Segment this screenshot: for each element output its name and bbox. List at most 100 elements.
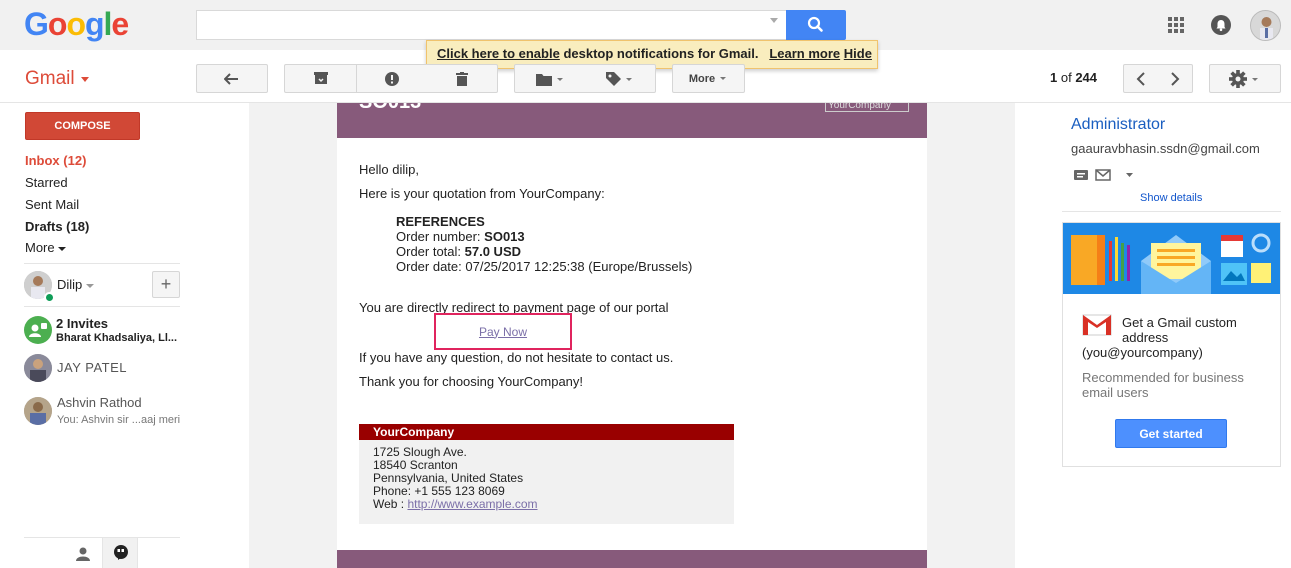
email-header-banner: SO013 YourCompany bbox=[337, 103, 927, 138]
chevron-down-icon[interactable] bbox=[81, 77, 89, 82]
promo-title-line: address bbox=[1122, 330, 1169, 345]
hangouts-user-name: Dilip bbox=[57, 277, 83, 292]
delete-button[interactable] bbox=[427, 64, 498, 93]
chevron-right-icon bbox=[1170, 71, 1179, 86]
hangouts-tab[interactable] bbox=[102, 538, 138, 568]
order-total-value: 57.0 USD bbox=[464, 244, 522, 259]
compose-button[interactable]: COMPOSE bbox=[25, 112, 140, 140]
newer-button[interactable] bbox=[1123, 64, 1158, 93]
more-actions-label: More bbox=[688, 72, 716, 85]
contact-name[interactable]: Ashvin Rathod bbox=[57, 395, 142, 410]
references-title: REFERENCES bbox=[396, 214, 485, 229]
contact-name[interactable]: JAY PATEL bbox=[57, 360, 127, 375]
logo-letter: o bbox=[66, 6, 86, 42]
company-logo-image: YourCompany bbox=[825, 103, 909, 112]
gmail-app-switcher[interactable]: Gmail bbox=[25, 68, 75, 90]
chevron-left-icon bbox=[1136, 71, 1145, 86]
logo-letter: g bbox=[84, 6, 105, 42]
archive-icon bbox=[314, 72, 328, 84]
promo-subtitle: Recommended for business email users bbox=[1082, 370, 1244, 400]
move-to-button[interactable] bbox=[514, 64, 585, 93]
older-button[interactable] bbox=[1157, 64, 1193, 93]
logo-letter: G bbox=[24, 6, 49, 42]
labels-button[interactable] bbox=[584, 64, 656, 93]
promo-title: Get a Gmail custom address (you@yourcomp… bbox=[1082, 315, 1272, 360]
search-options-chevron-icon[interactable] bbox=[770, 18, 778, 23]
sender-actions bbox=[1074, 168, 1144, 182]
contacts-person-icon[interactable] bbox=[76, 547, 90, 564]
sidebar-item-inbox[interactable]: Inbox (12) bbox=[25, 153, 86, 168]
chevron-down-icon[interactable] bbox=[1126, 173, 1133, 177]
order-total-label: Order total: bbox=[396, 244, 465, 259]
chevron-down-icon bbox=[720, 76, 727, 80]
promo-illustration bbox=[1063, 223, 1280, 294]
gear-icon bbox=[1229, 69, 1258, 88]
pager-current: 1 bbox=[1050, 70, 1058, 85]
enable-notifications-link[interactable]: Click here to enable bbox=[437, 46, 560, 61]
company-web-link[interactable]: http://www.example.com bbox=[407, 497, 537, 511]
notifications-bell-icon[interactable] bbox=[1211, 15, 1231, 35]
archive-button[interactable] bbox=[284, 64, 357, 93]
online-status-icon bbox=[44, 292, 55, 303]
pay-now-highlight: Pay Now bbox=[434, 313, 572, 350]
chat-icon[interactable] bbox=[1074, 170, 1088, 180]
sidebar-item-starred[interactable]: Starred bbox=[25, 175, 68, 190]
question-text: If you have any question, do not hesitat… bbox=[359, 350, 674, 365]
email-greeting: Hello dilip, bbox=[359, 162, 419, 177]
hangouts-user-menu[interactable]: Dilip bbox=[57, 277, 94, 292]
invites-subtitle: Bharat Khadsaliya, Ll... bbox=[56, 332, 178, 344]
label-tag-icon bbox=[605, 71, 632, 86]
apps-grid-icon[interactable] bbox=[1168, 17, 1184, 33]
logo-letter: e bbox=[111, 6, 129, 42]
sidebar-divider bbox=[24, 306, 180, 307]
pager-of: of bbox=[1060, 70, 1072, 85]
contact-last-message: You: Ashvin sir ...aaj meri bbox=[57, 414, 181, 426]
get-started-button[interactable]: Get started bbox=[1115, 419, 1227, 448]
contact-avatar[interactable] bbox=[24, 397, 52, 425]
search-button[interactable] bbox=[786, 10, 846, 40]
invites-title[interactable]: 2 Invites bbox=[56, 316, 108, 331]
sidebar-divider bbox=[24, 263, 180, 264]
invites-icon[interactable] bbox=[24, 316, 52, 344]
google-logo[interactable]: Google bbox=[24, 6, 129, 43]
add-contact-button[interactable]: + bbox=[152, 271, 180, 298]
search-icon bbox=[807, 16, 823, 32]
plus-icon: + bbox=[160, 274, 172, 294]
show-details-link[interactable]: Show details bbox=[1140, 192, 1202, 204]
trash-icon bbox=[456, 71, 468, 86]
hangouts-quote-icon bbox=[114, 545, 128, 560]
spam-alert-icon bbox=[385, 71, 399, 86]
promo-title-line: Get a Gmail custom bbox=[1122, 315, 1237, 330]
sender-name[interactable]: Administrator bbox=[1071, 116, 1165, 134]
sidebar-item-drafts[interactable]: Drafts (18) bbox=[25, 219, 89, 234]
chevron-down-icon bbox=[85, 284, 94, 288]
settings-button[interactable] bbox=[1209, 64, 1281, 93]
report-spam-button[interactable] bbox=[356, 64, 428, 93]
contact-avatar[interactable] bbox=[24, 354, 52, 382]
right-panel-divider bbox=[1062, 211, 1281, 212]
email-footer-banner bbox=[337, 550, 927, 568]
search-input[interactable] bbox=[196, 10, 786, 40]
order-number-value: SO013 bbox=[484, 229, 525, 244]
pay-now-link[interactable]: Pay Now bbox=[479, 325, 527, 339]
sender-email: gaauravbhasin.ssdn@gmail.com bbox=[1071, 141, 1260, 156]
thanks-text: Thank you for choosing YourCompany! bbox=[359, 374, 584, 389]
back-arrow-icon bbox=[224, 72, 238, 85]
order-total-line: Order total: 57.0 USD bbox=[396, 244, 521, 259]
logo-letter: o bbox=[47, 6, 68, 42]
email-intro: Here is your quotation from YourCompany: bbox=[359, 186, 605, 201]
account-avatar[interactable] bbox=[1250, 10, 1281, 41]
email-header-title: SO013 bbox=[359, 103, 421, 114]
more-actions-button[interactable]: More bbox=[672, 64, 745, 93]
company-web-line: Web : http://www.example.com bbox=[373, 498, 734, 511]
pager-count: 1 of 244 bbox=[1050, 70, 1097, 85]
sidebar-item-sent[interactable]: Sent Mail bbox=[25, 197, 79, 212]
hide-notification-link[interactable]: Hide bbox=[844, 46, 872, 61]
order-date-line: Order date: 07/25/2017 12:25:38 (Europe/… bbox=[396, 259, 693, 274]
chevron-down-icon bbox=[58, 247, 67, 251]
notification-message: desktop notifications for Gmail. bbox=[563, 46, 759, 61]
back-to-inbox-button[interactable] bbox=[196, 64, 268, 93]
sidebar-item-more[interactable]: More bbox=[25, 240, 67, 255]
learn-more-link[interactable]: Learn more bbox=[769, 46, 840, 61]
email-icon[interactable] bbox=[1095, 169, 1111, 181]
